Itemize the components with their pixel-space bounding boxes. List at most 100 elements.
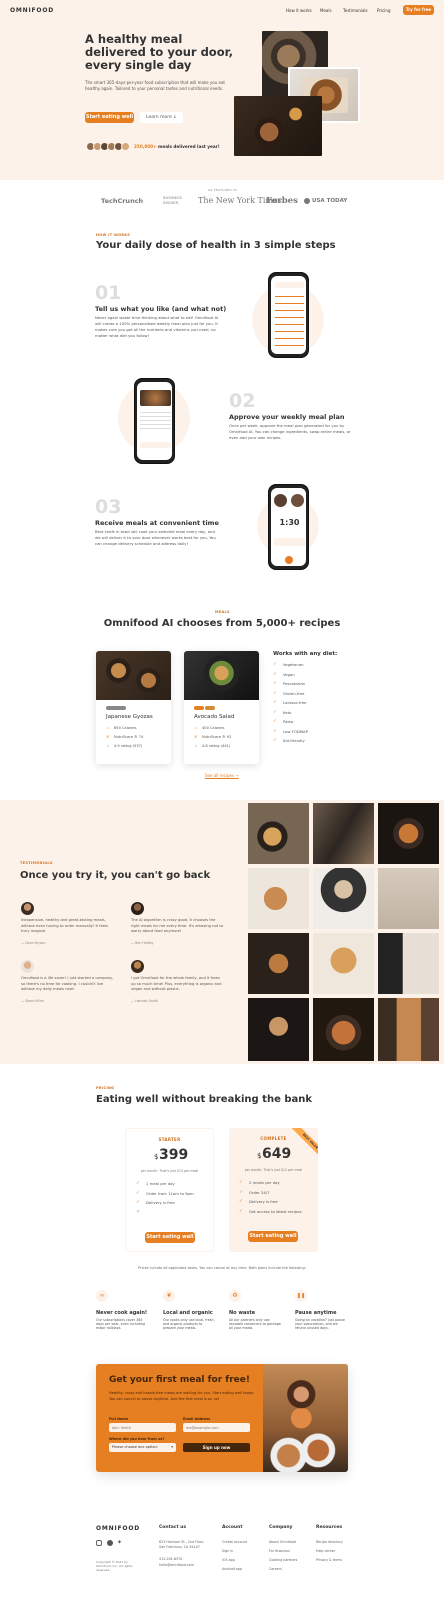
feature-icon-infinity: ∞ [96, 1290, 108, 1302]
diet-list: ✓ Vegetarian ✓ Vegan ✓ Pescatarian ✓ Gluten-… [273, 660, 353, 746]
delivered-count: 250,000+ [134, 144, 157, 149]
meal-image [96, 651, 171, 700]
logo-business-insider: BUSINESS INSIDER [163, 195, 182, 205]
source-label: Where did you hear from us? [109, 1437, 165, 1441]
step-1-text: Never again waste time thinking about wh… [95, 315, 219, 338]
flame-icon: ♨ [106, 725, 110, 730]
footer-link[interactable]: For Business [269, 1549, 290, 1553]
name-field[interactable] [109, 1423, 176, 1432]
plan-price: 649 [262, 1146, 292, 1162]
sign-up-button[interactable]: Sign up now [183, 1443, 250, 1452]
gallery-image [378, 998, 439, 1061]
nav-meals[interactable]: Meals [320, 8, 332, 13]
gallery-image [313, 868, 374, 929]
meal-rating: 4.8 rating (441) [202, 744, 231, 748]
meal-name: Japanese Gyozas [106, 714, 153, 720]
testimonial-avatar [21, 902, 34, 915]
check-icon: ✓ [136, 1190, 140, 1196]
pricing-subheading: PRICING [96, 1086, 115, 1090]
feature-icon-pause: ❚❚ [295, 1290, 307, 1302]
company-title: Company [269, 1525, 293, 1530]
pricing-title: Eating well without breaking the bank [96, 1094, 313, 1105]
see-all-recipes-link[interactable]: See all recipes → [205, 773, 239, 778]
check-icon: ✓ [273, 738, 277, 744]
gallery-image [248, 933, 309, 994]
testimonial-text: The AI algorithm is crazy good, it choos… [131, 918, 224, 933]
testimonials-title: Once you try it, you can't go back [20, 870, 211, 881]
check-icon: ✓ [239, 1208, 243, 1214]
plan-feature: ✓ 2 meals per day [239, 1180, 280, 1186]
footer-link[interactable]: Cooking partners [269, 1558, 297, 1562]
check-icon: ✓ [273, 728, 277, 734]
hero-learn-more-button[interactable]: Learn more ↓ [140, 112, 183, 123]
delivered-text: meals delivered last year! [158, 144, 220, 149]
diet-item: ✓ Low FODMAP [273, 728, 308, 734]
nutriscore-icon: ✕ [106, 734, 110, 739]
meal-card[interactable]: Avocado Salad ♨ 400 Calories ✕ NutriScor… [184, 651, 259, 764]
footer-link[interactable]: Help center [316, 1549, 335, 1553]
facebook-icon[interactable] [107, 1540, 113, 1546]
feature-title: No waste [229, 1310, 256, 1316]
footer-link[interactable]: Create account [222, 1540, 247, 1544]
check-icon: ✓ [239, 1180, 243, 1186]
instagram-icon[interactable] [96, 1540, 102, 1546]
plan-feature: ✓ Get access to latest recipes [239, 1208, 302, 1214]
footer-link[interactable]: Recipe directory [316, 1540, 343, 1544]
star-icon: ☆ [106, 743, 110, 748]
plan-name: COMPLETE [260, 1136, 287, 1141]
meal-nutriscore: NutriScore ® 92 [202, 735, 232, 739]
gallery-image [248, 868, 309, 929]
source-select[interactable]: Please choose one option: ▾ [109, 1443, 176, 1452]
nav-testimonials[interactable]: Testimonials [343, 8, 368, 13]
nav-how[interactable]: How it works [286, 8, 312, 13]
plan-feature: ✓ Order 24/7 [239, 1189, 270, 1195]
hero-image-bottom [234, 96, 322, 156]
step-3-phone: 1:30 [268, 484, 309, 570]
footer-link[interactable]: Sign in [222, 1549, 233, 1553]
diet-item: ✓ Vegan [273, 671, 295, 677]
plan-name: STARTER [158, 1137, 181, 1142]
how-subheading: HOW IT WORKS [96, 233, 131, 237]
footer-link[interactable]: Android app [222, 1567, 242, 1571]
step-1-title: Tell us what you like (and what not) [95, 305, 227, 313]
gallery-image [313, 998, 374, 1061]
footer-link[interactable]: About Omnifood [269, 1540, 296, 1544]
contact-phone[interactable]: 415-201-6370 [159, 1557, 182, 1561]
nutriscore-icon: ✕ [194, 734, 198, 739]
complete-start-button[interactable]: Start eating well [248, 1231, 298, 1242]
star-icon: ☆ [194, 743, 198, 748]
plan-features: ✓ 1 meal per day ✓ Order from 11am to 9pm … [136, 1179, 208, 1217]
check-icon: ✓ [273, 709, 277, 715]
testimonial-text: I got Omnifood for the whole family, and… [131, 976, 222, 991]
pricing-plan-complete: BEST VALUE COMPLETE $ 649 per month. Tha… [229, 1128, 318, 1252]
usa-today-dot-icon [304, 198, 310, 204]
testimonial-name: — Ben Hadley [131, 941, 154, 945]
step-2-number: 02 [229, 390, 256, 412]
starter-start-button[interactable]: Start eating well [145, 1232, 195, 1243]
testimonial-avatar [21, 960, 34, 973]
plan-price: 399 [159, 1147, 189, 1163]
meal-nutriscore: NutriScore ® 74 [114, 735, 144, 739]
try-free-button[interactable]: Try for free [403, 5, 434, 15]
plan-feature: ✓ Delivery is free [239, 1199, 278, 1205]
twitter-icon[interactable]: ✦ [117, 1539, 122, 1546]
feature-icon-leaf: ❦ [163, 1290, 175, 1302]
plan-feature: ✓ Delivery is free [136, 1200, 175, 1206]
gallery [246, 801, 442, 1063]
footer-logo[interactable]: OMNIFOOD [96, 1525, 140, 1532]
cta-title: Get your first meal for free! [109, 1375, 250, 1385]
plan-feature: ✓ 1 meal per day [136, 1181, 175, 1187]
footer-link[interactable]: Careers [269, 1567, 282, 1571]
meal-card[interactable]: Japanese Gyozas ♨ 650 Calories ✕ NutriSc… [96, 651, 171, 764]
check-icon: ✓ [239, 1189, 243, 1195]
hero-start-button[interactable]: Start eating well [85, 112, 134, 123]
footer-link[interactable]: Privacy & terms [316, 1558, 342, 1562]
logo[interactable]: OMNIFOOD [10, 7, 54, 14]
nav-pricing[interactable]: Pricing [377, 8, 390, 13]
diet-item: ✓ Kid-friendly [273, 738, 305, 744]
meal-tag [194, 706, 204, 710]
meal-name: Avocado Salad [194, 714, 235, 720]
footer-link[interactable]: iOS app [222, 1558, 235, 1562]
email-field[interactable] [183, 1423, 250, 1432]
contact-email[interactable]: hello@omnifood.com [159, 1563, 194, 1567]
